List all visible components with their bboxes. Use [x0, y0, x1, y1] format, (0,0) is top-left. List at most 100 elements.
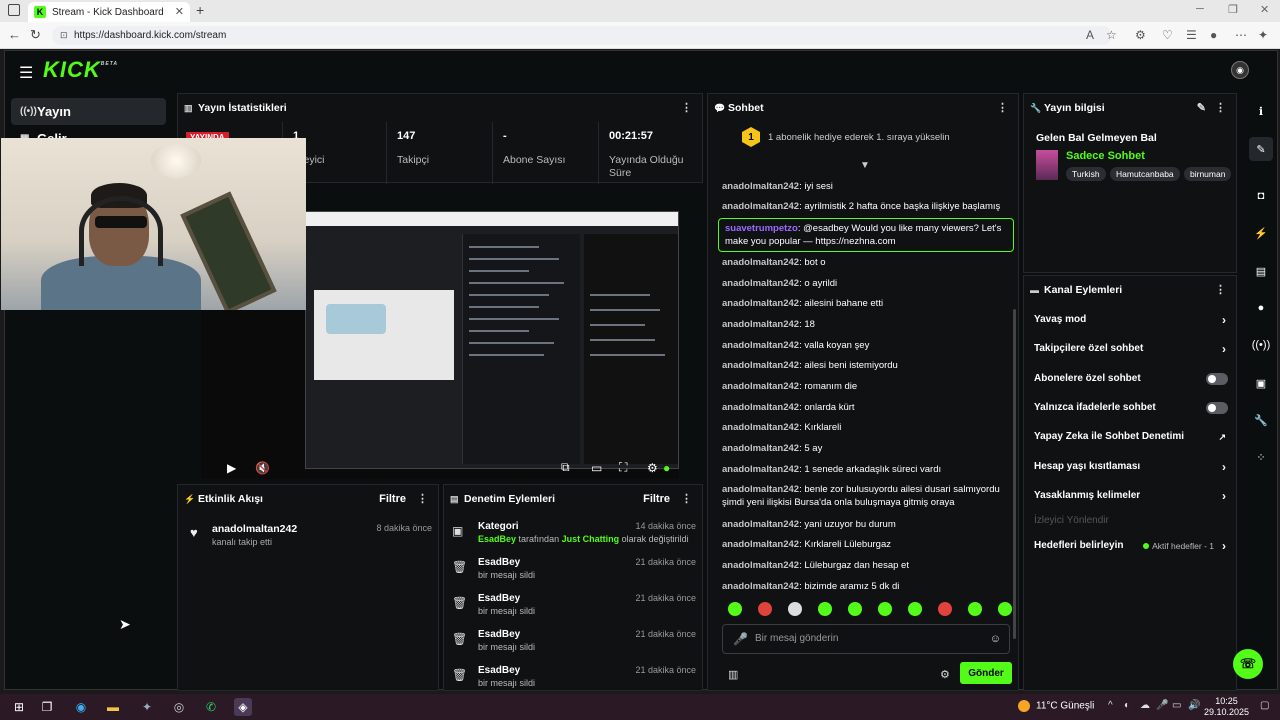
chat-username[interactable]: anadolmaltan242 — [722, 340, 799, 351]
ai-moderation-row[interactable]: Yapay Zeka ile Sohbet Denetimi ↗ — [1034, 427, 1232, 447]
task-view-icon[interactable]: ❐ — [38, 698, 56, 716]
mute-icon[interactable]: 🔇 — [255, 461, 270, 475]
emote-icon[interactable] — [788, 602, 802, 616]
emotes-only-toggle[interactable] — [1206, 402, 1228, 414]
menu-icon[interactable]: ☰ — [19, 63, 33, 83]
tab-actions-icon[interactable] — [8, 4, 20, 16]
slow-mode-row[interactable]: Yavaş mod › — [1034, 310, 1232, 330]
copilot-icon[interactable]: ✦ — [1258, 28, 1268, 42]
window-close-icon[interactable]: ✕ — [1260, 3, 1269, 16]
file-explorer-icon[interactable]: ▬ — [104, 698, 122, 716]
weather-widget[interactable]: 11°C Güneşli — [1018, 700, 1094, 712]
minimize-icon[interactable]: ─ — [1196, 3, 1204, 15]
app-icon[interactable]: ✦ — [138, 698, 156, 716]
active-app-icon[interactable]: ◈ — [234, 698, 252, 716]
send-button[interactable]: Gönder — [960, 662, 1012, 684]
activity-user[interactable]: anadolmaltan242 — [212, 523, 297, 535]
browser-tab[interactable]: K Stream - Kick Dashboard ✕ — [28, 2, 190, 22]
sidebar-item-stream[interactable]: ((•)) Yayın — [11, 98, 166, 125]
chat-username[interactable]: anadolmaltan242 — [722, 539, 799, 550]
emoji-picker-icon[interactable]: ☺ — [990, 625, 1001, 653]
pip-icon[interactable]: ⧉ — [561, 460, 570, 475]
subscribers-only-toggle[interactable] — [1206, 373, 1228, 385]
profile-icon[interactable]: ● — [1210, 28, 1217, 42]
chat-username[interactable]: anadolmaltan242 — [722, 381, 799, 392]
site-info-icon[interactable]: ⊡ — [60, 26, 68, 45]
chat-username[interactable]: anadolmaltan242 — [722, 257, 799, 268]
chat-username[interactable]: anadolmaltan242 — [722, 181, 799, 192]
document-icon[interactable]: ▤ — [1249, 259, 1273, 283]
tray-icon[interactable]: ☁ — [1140, 700, 1150, 711]
tray-icon[interactable]: ◐ — [1124, 700, 1130, 711]
lightning-icon[interactable]: ⚡ — [1249, 221, 1273, 245]
theater-icon[interactable]: ▭ — [591, 461, 602, 475]
chat-scrollbar[interactable] — [1013, 309, 1016, 639]
camera-icon[interactable]: ◘ — [1249, 184, 1273, 208]
browser-menu-icon[interactable]: ⋯ — [1235, 28, 1247, 42]
chat-username[interactable]: anadolmaltan242 — [722, 581, 799, 592]
edit-icon[interactable]: ✎ — [1197, 94, 1206, 122]
browser-essentials-icon[interactable]: ♡ — [1162, 28, 1173, 42]
filter-button[interactable]: Filtre — [379, 485, 406, 513]
filter-button[interactable]: Filtre — [643, 485, 670, 513]
chat-username[interactable]: anadolmaltan242 — [722, 560, 799, 571]
emote-icon[interactable] — [818, 602, 832, 616]
gift-banner[interactable]: 1 1 abonelik hediye ederek 1. sıraya yük… — [742, 127, 950, 147]
chat-bubble-icon[interactable]: ● — [1249, 296, 1273, 320]
emote-icon[interactable] — [938, 602, 952, 616]
url-field[interactable]: ⊡ https://dashboard.kick.com/stream — [52, 26, 1112, 45]
whatsapp-icon[interactable]: ✆ — [202, 698, 220, 716]
obs-icon[interactable]: ◎ — [170, 698, 188, 716]
layout-icon[interactable]: ▣ — [1249, 371, 1273, 395]
apps-icon[interactable]: ⁘ — [1249, 445, 1273, 469]
new-tab-icon[interactable]: + — [196, 2, 204, 18]
emote-icon[interactable] — [758, 602, 772, 616]
edge-icon[interactable]: ◉ — [72, 698, 90, 716]
chat-username[interactable]: anadolmaltan242 — [722, 519, 799, 530]
emote-icon[interactable] — [848, 602, 862, 616]
chat-username[interactable]: anadolmaltan242 — [722, 319, 799, 330]
chat-username[interactable]: anadolmaltan242 — [722, 360, 799, 371]
more-options-icon[interactable]: ⋮ — [417, 485, 428, 513]
chat-username[interactable]: anadolmaltan242 — [722, 278, 799, 289]
stream-category[interactable]: Sadece Sohbet — [1066, 150, 1145, 162]
kick-logo[interactable]: KICKBETA — [43, 57, 118, 83]
tray-expand-icon[interactable]: ^ — [1108, 700, 1113, 711]
settings-icon[interactable]: ⚙ — [647, 461, 658, 475]
extensions-icon[interactable]: ⚙ — [1135, 28, 1146, 42]
chat-username[interactable]: anadolmaltan242 — [722, 201, 799, 212]
more-options-icon[interactable]: ⋮ — [997, 94, 1008, 122]
maximize-icon[interactable]: ❐ — [1228, 3, 1238, 16]
emote-icon[interactable] — [968, 602, 982, 616]
chat-username[interactable]: anadolmaltan242 — [722, 464, 799, 475]
chat-settings-icon[interactable]: ⚙ — [940, 668, 950, 681]
broadcast-icon[interactable]: ((•)) — [1249, 333, 1273, 357]
chat-username[interactable]: suavetrumpetzo — [725, 223, 798, 234]
followers-only-row[interactable]: Takipçilere özel sohbet › — [1034, 339, 1232, 359]
chat-username[interactable]: anadolmaltan242 — [722, 422, 799, 433]
edit-pencil-icon[interactable]: ✎ — [1249, 137, 1273, 161]
user-avatar[interactable]: ◉ — [1231, 61, 1249, 79]
chat-username[interactable]: anadolmaltan242 — [722, 443, 799, 454]
chat-username[interactable]: anadolmaltan242 — [722, 402, 799, 413]
microphone-icon[interactable]: 🎤 — [1156, 700, 1168, 711]
fullscreen-icon[interactable]: ⛶ — [619, 460, 627, 475]
tab-close-icon[interactable]: ✕ — [175, 5, 184, 18]
collapse-icon[interactable]: ▼ — [860, 160, 870, 171]
chat-username[interactable]: anadolmaltan242 — [722, 298, 799, 309]
emote-icon[interactable] — [998, 602, 1012, 616]
emote-icon[interactable] — [908, 602, 922, 616]
set-goals-row[interactable]: Hedefleri belirleyin Aktif hedefler - 1 › — [1034, 536, 1232, 556]
more-options-icon[interactable]: ⋮ — [1215, 94, 1226, 122]
play-icon[interactable]: ▶ — [227, 461, 236, 475]
quality-icon[interactable]: ● — [663, 461, 670, 475]
tools-icon[interactable]: 🔧 — [1249, 408, 1273, 432]
support-chat-button[interactable]: ☏ — [1233, 649, 1263, 679]
reload-icon[interactable]: ↻ — [30, 27, 41, 43]
notifications-icon[interactable]: ▢ — [1260, 700, 1269, 711]
emote-icon[interactable] — [728, 602, 742, 616]
info-icon[interactable]: ℹ — [1249, 99, 1273, 123]
network-icon[interactable]: ▭ — [1172, 700, 1181, 711]
system-clock[interactable]: 10:25 29.10.2025 — [1204, 696, 1249, 718]
favorite-star-icon[interactable]: ☆ — [1106, 28, 1117, 42]
